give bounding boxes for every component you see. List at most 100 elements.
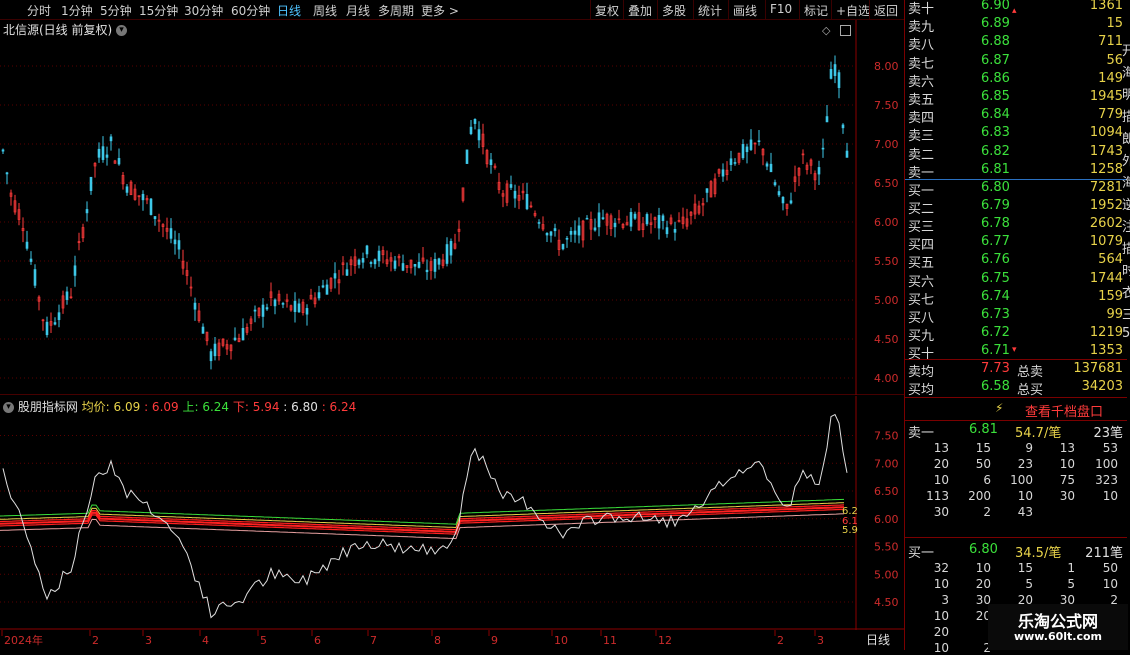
qiandang-link[interactable]: 查看千档盘口 [1025,401,1103,420]
sell1-queue-cell: 13 [933,441,949,455]
price-tick-label: 4.50 [874,333,899,346]
period-tab-1[interactable]: 1分钟 [61,2,93,19]
candlestick [113,159,117,164]
candlestick [337,269,341,295]
toolbar-action-3[interactable]: 统计 [698,2,722,19]
candlestick [421,247,425,264]
date-label: 4 [202,634,209,647]
sell1-queue-cell: 43 [1017,505,1033,519]
side-glyph: 三 [1122,308,1130,323]
candlestick [581,219,585,248]
sell1-queue-cell: 50 [975,457,991,471]
buy1-queue-cell: 30 [975,593,991,607]
toolbar-action-6[interactable]: 标记 [804,2,828,19]
candlestick [241,318,245,341]
ask-price: 6.81 [981,161,1010,177]
bid-row-3[interactable]: 买三 6.78 2602 [905,216,1123,235]
bid-row-5[interactable]: 买五 6.76 564 [905,252,1123,272]
candlestick [417,253,421,269]
ask-volume: 15 [1106,16,1123,32]
period-tab-2[interactable]: 5分钟 [100,2,132,19]
candlestick [673,221,677,241]
sell1-queue-cell: 20 [933,457,949,471]
ask-row-1[interactable]: 卖一 6.81 1258 [905,161,1123,181]
toolbar-action-7[interactable]: +自选 [836,2,870,19]
toolbar-action-5[interactable]: F10 [770,2,792,16]
candlestick [125,184,129,196]
candlestick [145,195,149,205]
bid-price: 6.71 [981,342,1010,358]
bid-price: 6.72 [981,324,1010,340]
toolbar-action-8[interactable]: 返回 [874,2,898,19]
toolbar-action-1[interactable]: 叠加 [628,2,652,19]
date-label: 2024年 [4,633,43,647]
period-tab-7[interactable]: 周线 [313,2,337,19]
indicator-chart[interactable]: 7.50 7.00 6.50 6.00 5.50 5.00 4.50 6.2 6.1 5.9 ▾ … [0,396,904,630]
bid-row-8[interactable]: 买八 6.73 99 [905,307,1123,326]
indicator-menu-icon[interactable]: ▾ [3,402,14,413]
ask-row-2[interactable]: 卖二 6.82 1743 [905,143,1123,163]
avg-value: 均价: 6.09 [81,400,141,414]
candlestick [181,249,185,275]
toolbar-action-0[interactable]: 复权 [595,2,619,19]
candlestick [253,305,257,323]
period-tab-4[interactable]: 30分钟 [184,2,223,19]
ask-row-4[interactable]: 卖四 6.84 779 [905,107,1123,126]
bid-row-4[interactable]: 买四 6.77 1079 [905,234,1123,253]
ask-row-8[interactable]: 卖八 6.88 711 [905,34,1123,53]
candlestick [269,282,273,306]
bid-row-1[interactable]: 买一 6.80 7281 [905,180,1123,199]
candlestick [21,217,25,243]
candlestick [409,259,413,274]
kline-chart[interactable]: 北信源(日线 前复权) ▾ ◇ 8.00 7.50 7.00 6.50 6.00 5.50… [0,20,904,395]
lightning-icon: ⚡ [995,401,1004,415]
period-tab-3[interactable]: 15分钟 [139,2,178,19]
ask-row-6[interactable]: 卖六 6.86 149 [905,71,1123,90]
period-tab-8[interactable]: 月线 [346,2,370,19]
candlestick [825,104,829,123]
bid-row-2[interactable]: 买二 6.79 1952 [905,198,1123,218]
toolbar-action-4[interactable]: 画线 [733,2,757,19]
candlestick [301,299,305,316]
period-tab-0[interactable]: 分时 [27,2,51,19]
candlestick [605,212,609,235]
candlestick [613,218,617,238]
candlestick [397,253,401,267]
ask-row-5[interactable]: 卖五 6.85 1945 [905,89,1123,108]
bid-row-7[interactable]: 买七 6.74 159 [905,289,1123,308]
candlestick [45,316,49,338]
toolbar-divider [728,0,729,19]
candlestick [533,210,537,218]
watermark: 乐淘公式网 www.60lt.com [988,604,1128,650]
sell1-queue-cell: 53 [1102,441,1118,455]
ask-row-7[interactable]: 卖七 6.87 56 [905,53,1123,72]
period-tab-6[interactable]: 日线 [277,2,301,19]
candlestick [601,209,605,220]
period-tab-9[interactable]: 多周期 [378,2,414,19]
period-tab[interactable]: 日线 [858,631,898,649]
sell1-queue-cell: 100 [1010,473,1033,487]
candlestick [489,152,493,174]
indicator-name: 股朋指标网 [17,400,78,414]
bid-row-6[interactable]: 买六 6.75 1744 [905,270,1123,290]
ask-volume: 1743 [1089,143,1123,159]
bid-price: 6.79 [981,198,1010,214]
bid-label: 买五 [908,256,935,272]
bid-row-9[interactable]: 买九 6.72 1219 [905,324,1123,344]
ask-row-9[interactable]: 卖九 6.89 15 [905,16,1123,35]
period-tab-5[interactable]: 60分钟 [231,2,270,19]
side-news-strip[interactable]: 开海明描朗外海逆注描时衣三5 [1122,40,1130,370]
candlestick [53,317,57,326]
candlestick [845,142,849,158]
bid-price: 6.75 [981,270,1010,286]
period-tab-10[interactable]: 更多 > [421,2,459,19]
candlestick [525,182,529,211]
toolbar-action-2[interactable]: 多股 [662,2,686,19]
bid-label: 买二 [908,202,935,218]
sell1-queue-cell: 30 [1059,489,1075,503]
ask-row-3[interactable]: 卖三 6.83 1094 [905,125,1123,144]
candlestick [49,312,53,333]
candlestick [677,212,681,223]
buy1-queue-cell: 5 [1067,577,1075,591]
candlestick [813,170,817,191]
